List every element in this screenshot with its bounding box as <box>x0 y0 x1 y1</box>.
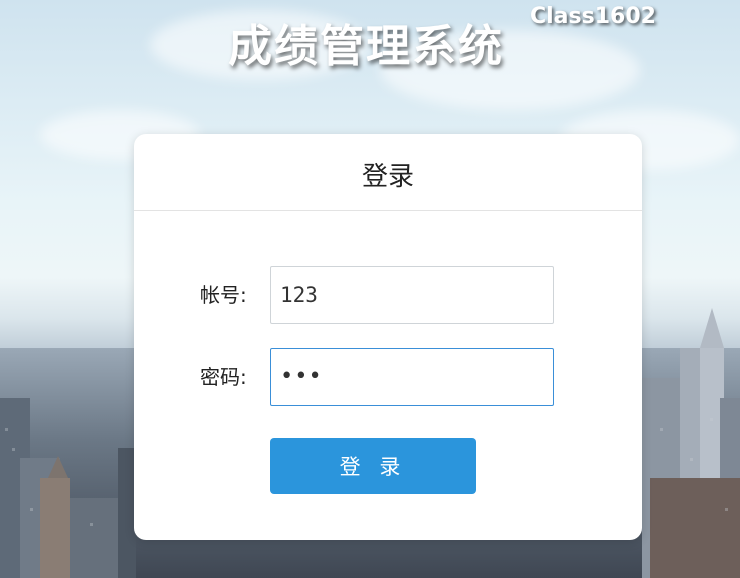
login-card: 登录 帐号: 123 密码: ••• 登 录 <box>134 134 642 540</box>
password-label: 密码: <box>200 365 247 389</box>
account-label: 帐号: <box>200 283 247 307</box>
login-card-title: 登录 <box>361 161 414 192</box>
login-page: 成绩管理系统 Class1602 登录 帐号: 123 密码: ••• 登 录 <box>0 0 740 578</box>
password-input[interactable]: ••• <box>270 348 554 406</box>
account-row: 帐号: 123 <box>134 266 642 324</box>
password-row: 密码: ••• <box>134 348 642 406</box>
class-badge: Class1602 <box>530 4 656 29</box>
account-input[interactable]: 123 <box>270 266 554 324</box>
login-card-header: 登录 <box>134 134 642 211</box>
login-button[interactable]: 登 录 <box>270 438 476 494</box>
app-title: 成绩管理系统 <box>228 21 504 72</box>
